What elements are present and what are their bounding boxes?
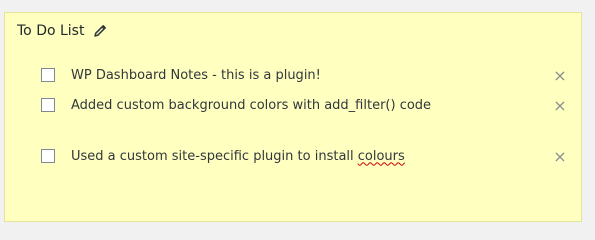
- todo-text-prefix: Used a custom site-specific plugin to in…: [71, 148, 358, 164]
- todo-item-2: Added custom background colors with add_…: [41, 95, 569, 115]
- todo-checkbox[interactable]: [41, 149, 55, 163]
- sticky-note: To Do List WP Dashboard Notes - this is …: [4, 12, 582, 222]
- todo-checkbox[interactable]: [41, 68, 55, 82]
- close-icon[interactable]: ×: [551, 65, 569, 85]
- todo-list: WP Dashboard Notes - this is a plugin! ×…: [5, 13, 581, 221]
- todo-item-1: WP Dashboard Notes - this is a plugin! ×: [41, 65, 569, 85]
- todo-item-3: Used a custom site-specific plugin to in…: [41, 146, 569, 166]
- close-icon[interactable]: ×: [551, 146, 569, 166]
- todo-text[interactable]: WP Dashboard Notes - this is a plugin!: [71, 68, 321, 83]
- misspelled-word: colours: [357, 148, 405, 164]
- close-icon[interactable]: ×: [551, 95, 569, 115]
- dashboard-page: To Do List WP Dashboard Notes - this is …: [0, 0, 595, 240]
- todo-text[interactable]: Used a custom site-specific plugin to in…: [71, 149, 405, 164]
- todo-checkbox[interactable]: [41, 98, 55, 112]
- todo-text[interactable]: Added custom background colors with add_…: [71, 98, 431, 113]
